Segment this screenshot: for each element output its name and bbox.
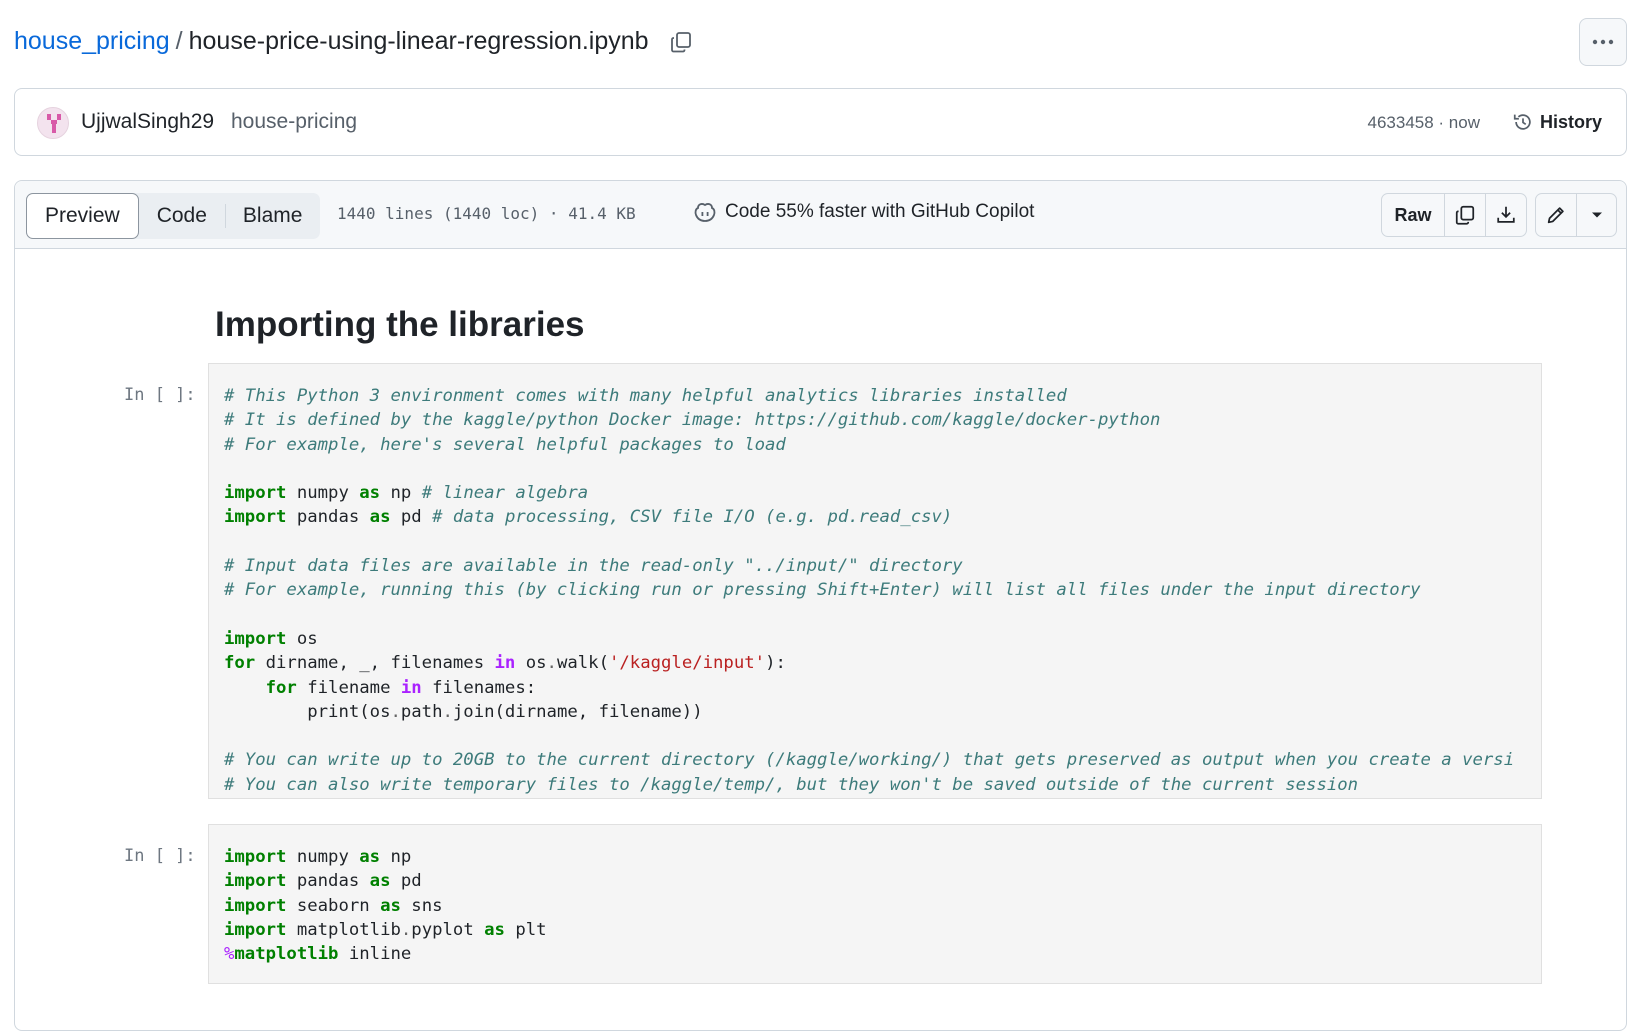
download-icon	[1497, 206, 1515, 223]
code-block: # This Python 3 environment comes with m…	[224, 386, 1515, 795]
copy-icon	[1455, 205, 1475, 225]
history-label: History	[1539, 111, 1602, 132]
file-breadcrumb-bar: house_pricing / house-price-using-linear-r…	[14, 18, 1627, 66]
copy-raw-button[interactable]	[1444, 194, 1485, 236]
copy-path-button[interactable]	[664, 26, 698, 58]
commit-message[interactable]: house-pricing	[231, 110, 357, 134]
cell-prompt: In [ ]:	[124, 846, 196, 866]
breadcrumb-file-name: house-price-using-linear-regression.ipyn…	[188, 27, 649, 55]
view-mode-tabs: Preview Code Blame	[26, 193, 321, 239]
file-header-toolbar: Preview Code Blame 1440 lines (1440 loc)…	[15, 181, 1626, 249]
copilot-promo-link[interactable]: Code 55% faster with GitHub Copilot	[693, 201, 1034, 223]
breadcrumb: house_pricing / house-price-using-linear-r…	[14, 27, 649, 55]
raw-button[interactable]: Raw	[1382, 194, 1444, 236]
code-input-area: # This Python 3 environment comes with m…	[208, 363, 1542, 799]
identicon	[47, 114, 61, 133]
edit-actions-group	[1535, 193, 1617, 237]
kebab-horizontal-icon	[1592, 39, 1614, 45]
download-raw-button[interactable]	[1485, 194, 1526, 236]
commit-sha-time[interactable]: 4633458 · now	[1368, 113, 1480, 133]
file-size-info: 1440 lines (1440 loc) · 41.4 KB	[337, 204, 636, 223]
more-options-button[interactable]	[1579, 18, 1627, 66]
edit-file-button[interactable]	[1536, 194, 1576, 236]
history-button[interactable]: History	[1502, 103, 1612, 141]
copilot-promo-text: Code 55% faster with GitHub Copilot	[725, 201, 1035, 222]
cell-prompt: In [ ]:	[124, 385, 196, 405]
code-input-area: import numpy as np import pandas as pd i…	[208, 824, 1542, 984]
copilot-icon	[694, 203, 716, 222]
edit-options-dropdown[interactable]	[1576, 194, 1616, 236]
raw-actions-group: Raw	[1381, 193, 1527, 237]
notebook-heading: Importing the libraries	[215, 305, 585, 344]
code-block: import numpy as np import pandas as pd i…	[224, 847, 547, 965]
breadcrumb-repo-link[interactable]: house_pricing	[14, 27, 170, 55]
pencil-icon	[1547, 207, 1564, 224]
triangle-down-icon	[1591, 212, 1602, 218]
commit-author[interactable]: UjjwalSingh29	[81, 110, 214, 134]
avatar[interactable]	[37, 107, 69, 139]
history-icon	[1513, 114, 1531, 130]
tab-blame[interactable]: Blame	[224, 193, 321, 239]
tab-preview[interactable]: Preview	[26, 193, 139, 239]
breadcrumb-separator: /	[175, 27, 183, 55]
latest-commit-bar: UjjwalSingh29 house-pricing 4633458 · no…	[14, 88, 1627, 156]
tab-code[interactable]: Code	[139, 193, 225, 239]
copy-icon	[671, 32, 691, 53]
